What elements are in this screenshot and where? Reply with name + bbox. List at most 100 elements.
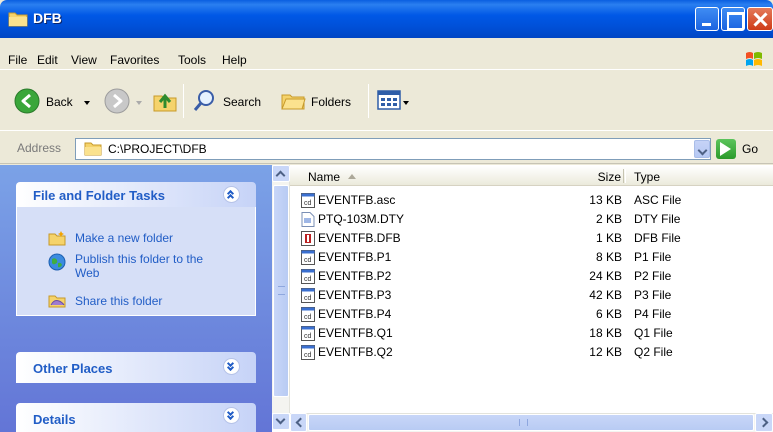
close-button[interactable]	[747, 7, 773, 31]
column-type[interactable]: Type	[634, 170, 660, 184]
scroll-left-button[interactable]	[290, 413, 307, 432]
address-dropdown-button[interactable]	[694, 140, 710, 158]
file-row[interactable]: cd EVENTFB.P4 6 KB P4 File	[290, 305, 773, 324]
back-button[interactable]: Back	[46, 95, 73, 109]
horizontal-scroll-thumb[interactable]	[308, 414, 754, 431]
file-type: P3 File	[634, 288, 672, 302]
file-size: 6 KB	[595, 307, 622, 321]
collapse-icon[interactable]	[223, 186, 240, 203]
svg-text:cd: cd	[304, 276, 312, 283]
explorer-window: DFB File Edit View Favorites Tools Help …	[0, 0, 773, 432]
menu-tools[interactable]: Tools	[178, 53, 206, 67]
column-divider[interactable]	[623, 169, 624, 183]
folder-icon	[84, 141, 102, 159]
svg-text:cd: cd	[304, 295, 312, 302]
data-file-icon: cd	[301, 288, 315, 303]
expand-icon[interactable]	[223, 358, 240, 375]
window-title: DFB	[33, 10, 62, 26]
panel-header[interactable]: File and Folder Tasks	[16, 182, 256, 207]
file-name: EVENTFB.Q2	[318, 345, 393, 359]
folders-icon[interactable]	[281, 89, 307, 116]
file-type: DFB File	[634, 231, 681, 245]
details-panel: Details	[16, 403, 256, 432]
task-publish-folder[interactable]: Publish this folder to the Web	[75, 252, 225, 280]
maximize-button[interactable]	[721, 7, 745, 31]
sort-ascending-icon	[348, 174, 356, 179]
file-name: EVENTFB.P3	[318, 288, 392, 302]
file-type: P1 File	[634, 250, 672, 264]
data-file-icon: cd	[301, 326, 315, 341]
file-row[interactable]: cd EVENTFB.asc 13 KB ASC File	[290, 191, 773, 210]
svg-text:cd: cd	[304, 314, 312, 321]
views-dropdown-icon[interactable]	[403, 101, 409, 105]
menu-bar: File Edit View Favorites Tools Help	[0, 38, 773, 70]
file-name: EVENTFB.Q1	[318, 326, 393, 340]
file-row[interactable]: EVENTFB.DFB 1 KB DFB File	[290, 229, 773, 248]
column-size[interactable]: Size	[593, 170, 621, 184]
file-name: EVENTFB.P4	[318, 307, 392, 321]
toolbar-separator	[183, 84, 184, 118]
views-icon[interactable]	[377, 89, 401, 114]
task-share-folder[interactable]: Share this folder	[75, 294, 162, 308]
data-file-icon: cd	[301, 345, 315, 360]
file-size: 1 KB	[595, 231, 622, 245]
file-type: P2 File	[634, 269, 672, 283]
windows-logo-icon	[744, 50, 764, 71]
panel-header[interactable]: Details	[16, 403, 256, 432]
go-arrow-icon[interactable]	[716, 139, 736, 159]
go-button[interactable]: Go	[742, 142, 758, 156]
svg-text:cd: cd	[304, 352, 312, 359]
column-header: Name Size Type	[290, 166, 773, 186]
file-type: Q1 File	[634, 326, 673, 340]
file-row[interactable]: PTQ-103M.DTY 2 KB DTY File	[290, 210, 773, 229]
panel-header[interactable]: Other Places	[16, 352, 256, 383]
menu-view[interactable]: View	[71, 53, 97, 67]
menu-file[interactable]: File	[8, 53, 27, 67]
scroll-right-button[interactable]	[755, 413, 773, 432]
file-name: PTQ-103M.DTY	[318, 212, 405, 226]
title-bar[interactable]: DFB	[0, 0, 773, 38]
new-folder-icon	[48, 230, 66, 249]
back-arrow-icon[interactable]	[14, 88, 40, 117]
file-name: EVENTFB.P1	[318, 250, 392, 264]
svg-text:cd: cd	[304, 200, 312, 207]
file-row[interactable]: cd EVENTFB.Q2 12 KB Q2 File	[290, 343, 773, 362]
file-type: P4 File	[634, 307, 672, 321]
red-file-icon	[301, 231, 315, 246]
search-icon[interactable]	[192, 89, 218, 116]
task-make-new-folder[interactable]: Make a new folder	[75, 231, 173, 245]
data-file-icon: cd	[301, 307, 315, 322]
file-row[interactable]: cd EVENTFB.P3 42 KB P3 File	[290, 286, 773, 305]
minimize-button[interactable]	[695, 7, 719, 31]
toolbar-separator	[368, 84, 369, 118]
file-size: 8 KB	[595, 250, 622, 264]
data-file-icon: cd	[301, 193, 315, 208]
scroll-down-button[interactable]	[272, 413, 290, 430]
file-row[interactable]: cd EVENTFB.Q1 18 KB Q1 File	[290, 324, 773, 343]
search-button[interactable]: Search	[223, 95, 261, 109]
file-size: 42 KB	[589, 288, 622, 302]
file-row[interactable]: cd EVENTFB.P1 8 KB P1 File	[290, 248, 773, 267]
menu-edit[interactable]: Edit	[37, 53, 58, 67]
file-row[interactable]: cd EVENTFB.P2 24 KB P2 File	[290, 267, 773, 286]
share-folder-icon	[48, 292, 66, 311]
address-label: Address	[17, 141, 62, 155]
up-folder-icon[interactable]	[152, 88, 178, 117]
vertical-scroll-thumb[interactable]	[273, 185, 289, 397]
file-size: 2 KB	[595, 212, 622, 226]
back-dropdown-icon[interactable]	[84, 101, 90, 105]
toolbar: Back Search Folders	[0, 71, 773, 131]
file-type: Q2 File	[634, 345, 673, 359]
generic-file-icon	[301, 212, 315, 227]
forward-dropdown-icon[interactable]	[136, 101, 142, 105]
menu-help[interactable]: Help	[222, 53, 247, 67]
file-size: 24 KB	[589, 269, 622, 283]
folders-button[interactable]: Folders	[311, 95, 351, 109]
column-name[interactable]: Name	[308, 170, 340, 184]
address-path: C:\PROJECT\DFB	[108, 142, 207, 156]
scroll-up-button[interactable]	[272, 165, 290, 182]
menu-favorites[interactable]: Favorites	[110, 53, 159, 67]
forward-arrow-icon[interactable]	[104, 88, 130, 117]
expand-icon[interactable]	[223, 407, 240, 424]
file-name: EVENTFB.P2	[318, 269, 392, 283]
